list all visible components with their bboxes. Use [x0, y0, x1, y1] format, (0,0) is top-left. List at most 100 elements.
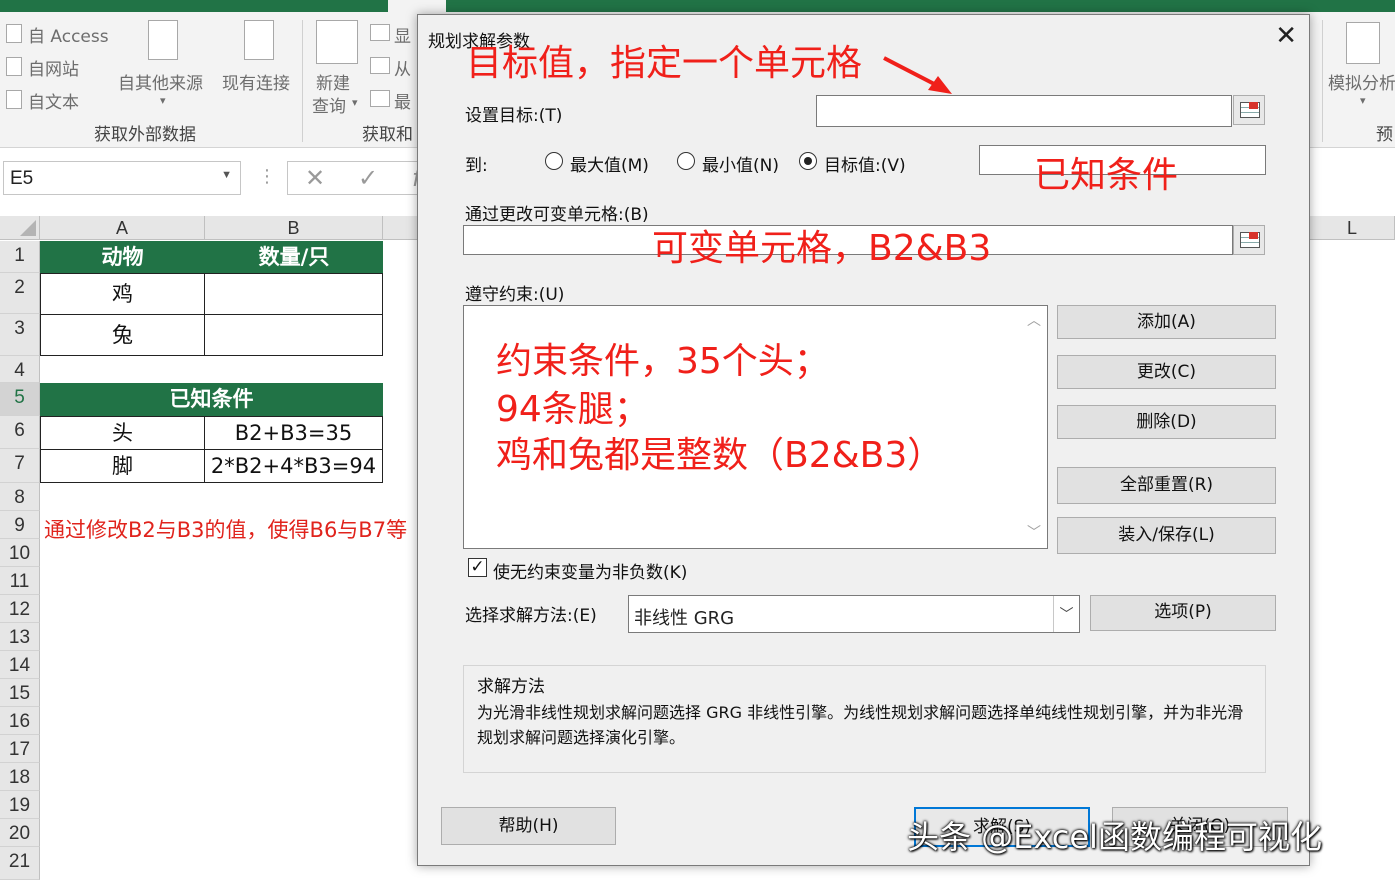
more-icon[interactable]: ⋮ [258, 166, 276, 187]
chevron-down-icon: ▾ [1360, 94, 1366, 107]
cell-a5-merged[interactable]: 已知条件 [40, 383, 383, 416]
existing-connections-button[interactable]: 现有连接 [222, 69, 290, 94]
select-all-corner[interactable] [0, 216, 40, 240]
annotation-target: 目标值，指定一个单元格 [466, 43, 863, 84]
value-of-radio[interactable] [799, 152, 817, 170]
delete-button[interactable]: 删除(D) [1057, 405, 1276, 439]
other-sources-icon [148, 20, 178, 60]
tab-data-selected[interactable] [388, 0, 446, 12]
what-if-analysis-button[interactable]: 模拟分析 [1328, 69, 1395, 94]
col-header-l[interactable]: L [1310, 216, 1395, 240]
col-header-b[interactable]: B [205, 216, 383, 240]
cell-a9-note[interactable]: 通过修改B2与B3的值，使得B6与B7等 [44, 514, 407, 544]
ribbon-divider [302, 20, 303, 142]
options-button[interactable]: 选项(P) [1090, 595, 1276, 631]
row-header-19[interactable]: 19 [0, 791, 40, 819]
cell-a2[interactable]: 鸡 [40, 273, 205, 315]
cell-a7[interactable]: 脚 [40, 449, 205, 483]
annotation-known-conditions: 已知条件 [1034, 155, 1179, 196]
row-header-2[interactable]: 2 [0, 273, 40, 314]
chevron-down-icon[interactable]: ▼ [221, 169, 232, 181]
solving-method-select[interactable]: 非线性 GRG ﹀ [628, 595, 1080, 633]
from-other-sources-button[interactable]: 自其他来源 [118, 69, 203, 94]
row-header-21[interactable]: 21 [0, 847, 40, 880]
name-box-value: E5 [10, 168, 34, 189]
scroll-down-icon[interactable]: ﹀ [1027, 522, 1041, 542]
row-header-5[interactable]: 5 [0, 383, 40, 416]
col-header-a[interactable]: A [40, 216, 205, 240]
row-header-18[interactable]: 18 [0, 763, 40, 791]
access-icon [6, 24, 22, 43]
set-objective-input[interactable] [816, 95, 1232, 127]
watermark: 头条 @Excel函数编程可视化 [907, 818, 1322, 856]
cell-a3[interactable]: 兔 [40, 314, 205, 356]
subject-to-label: 遵守约束:(U) [465, 285, 565, 305]
from-web-button[interactable]: 自网站 [28, 55, 79, 80]
cell-picker-icon[interactable] [1233, 225, 1265, 255]
nonnegative-checkbox[interactable]: ✓ [468, 558, 487, 577]
new-query-label-1[interactable]: 新建 [316, 69, 350, 94]
cell-b7[interactable]: 2*B2+4*B3=94 [204, 449, 383, 483]
row-header-8[interactable]: 8 [0, 483, 40, 511]
add-button[interactable]: 添加(A) [1057, 305, 1276, 339]
cell-b3[interactable] [204, 314, 383, 356]
row-header-12[interactable]: 12 [0, 595, 40, 623]
row-header-9[interactable]: 9 [0, 511, 40, 539]
row-header-10[interactable]: 10 [0, 539, 40, 567]
min-radio-label[interactable]: 最小值(N) [702, 151, 779, 176]
name-box[interactable]: E5 ▼ [3, 161, 241, 195]
new-query-label-2[interactable]: 查询 [312, 92, 346, 117]
solving-method-group-title: 求解方法 [477, 677, 545, 697]
web-icon [6, 57, 22, 76]
chevron-down-icon[interactable]: ﹀ [1053, 596, 1079, 632]
row-header-20[interactable]: 20 [0, 819, 40, 847]
annotation-constraint-3: 鸡和兔都是整数（B2&B3） [496, 435, 944, 476]
nonnegative-label[interactable]: 使无约束变量为非负数(K) [493, 558, 687, 583]
formula-buttons: ✕ ✓ f [287, 161, 427, 195]
value-of-radio-label[interactable]: 目标值:(V) [824, 151, 906, 176]
by-changing-label: 通过更改可变单元格:(B) [465, 205, 649, 225]
cancel-icon[interactable]: ✕ [305, 164, 325, 192]
cell-a6[interactable]: 头 [40, 416, 205, 450]
ribbon-divider [1322, 20, 1323, 142]
enter-icon[interactable]: ✓ [358, 164, 378, 192]
max-radio-label[interactable]: 最大值(M) [570, 151, 649, 176]
from-text-button[interactable]: 自文本 [28, 88, 79, 113]
row-header-16[interactable]: 16 [0, 707, 40, 735]
from-access-button[interactable]: 自 Access [28, 22, 109, 47]
chevron-down-icon: ▾ [352, 96, 358, 109]
cell-a1[interactable]: 动物 [40, 241, 205, 273]
recent-sources-button[interactable]: 最 [394, 88, 411, 113]
row-header-17[interactable]: 17 [0, 735, 40, 763]
reset-all-button[interactable]: 全部重置(R) [1057, 467, 1276, 504]
min-radio[interactable] [677, 152, 695, 170]
group-get-transform: 获取和 [362, 125, 413, 145]
row-header-6[interactable]: 6 [0, 416, 40, 449]
show-queries-button[interactable]: 显 [394, 22, 411, 47]
set-objective-label: 设置目标:(T) [465, 106, 563, 126]
row-header-13[interactable]: 13 [0, 623, 40, 651]
row-header-1[interactable]: 1 [0, 241, 40, 273]
cell-b1[interactable]: 数量/只 [205, 241, 383, 273]
scroll-up-icon[interactable]: ︿ [1027, 310, 1041, 330]
load-save-button[interactable]: 装入/保存(L) [1057, 517, 1276, 554]
cell-picker-icon[interactable] [1233, 95, 1265, 125]
row-header-11[interactable]: 11 [0, 567, 40, 595]
change-button[interactable]: 更改(C) [1057, 355, 1276, 389]
constraints-scrollbar[interactable]: ︿ ﹀ [1021, 306, 1047, 548]
cell-b6[interactable]: B2+B3=35 [204, 416, 383, 450]
row-header-3[interactable]: 3 [0, 314, 40, 356]
row-header-15[interactable]: 15 [0, 679, 40, 707]
annotation-variable-cells: 可变单元格，B2&B3 [652, 228, 992, 269]
row-header-14[interactable]: 14 [0, 651, 40, 679]
help-button[interactable]: 帮助(H) [441, 807, 616, 845]
row-header-7[interactable]: 7 [0, 449, 40, 483]
annotation-arrow [883, 56, 952, 94]
max-radio[interactable] [545, 152, 563, 170]
existing-connections-icon [244, 20, 274, 60]
annotation-constraint-1: 约束条件，35个头； [496, 341, 830, 382]
row-header-4[interactable]: 4 [0, 356, 40, 383]
from-table-button[interactable]: 从 [394, 55, 411, 80]
close-icon[interactable]: ✕ [1275, 21, 1297, 51]
cell-b2[interactable] [204, 273, 383, 315]
